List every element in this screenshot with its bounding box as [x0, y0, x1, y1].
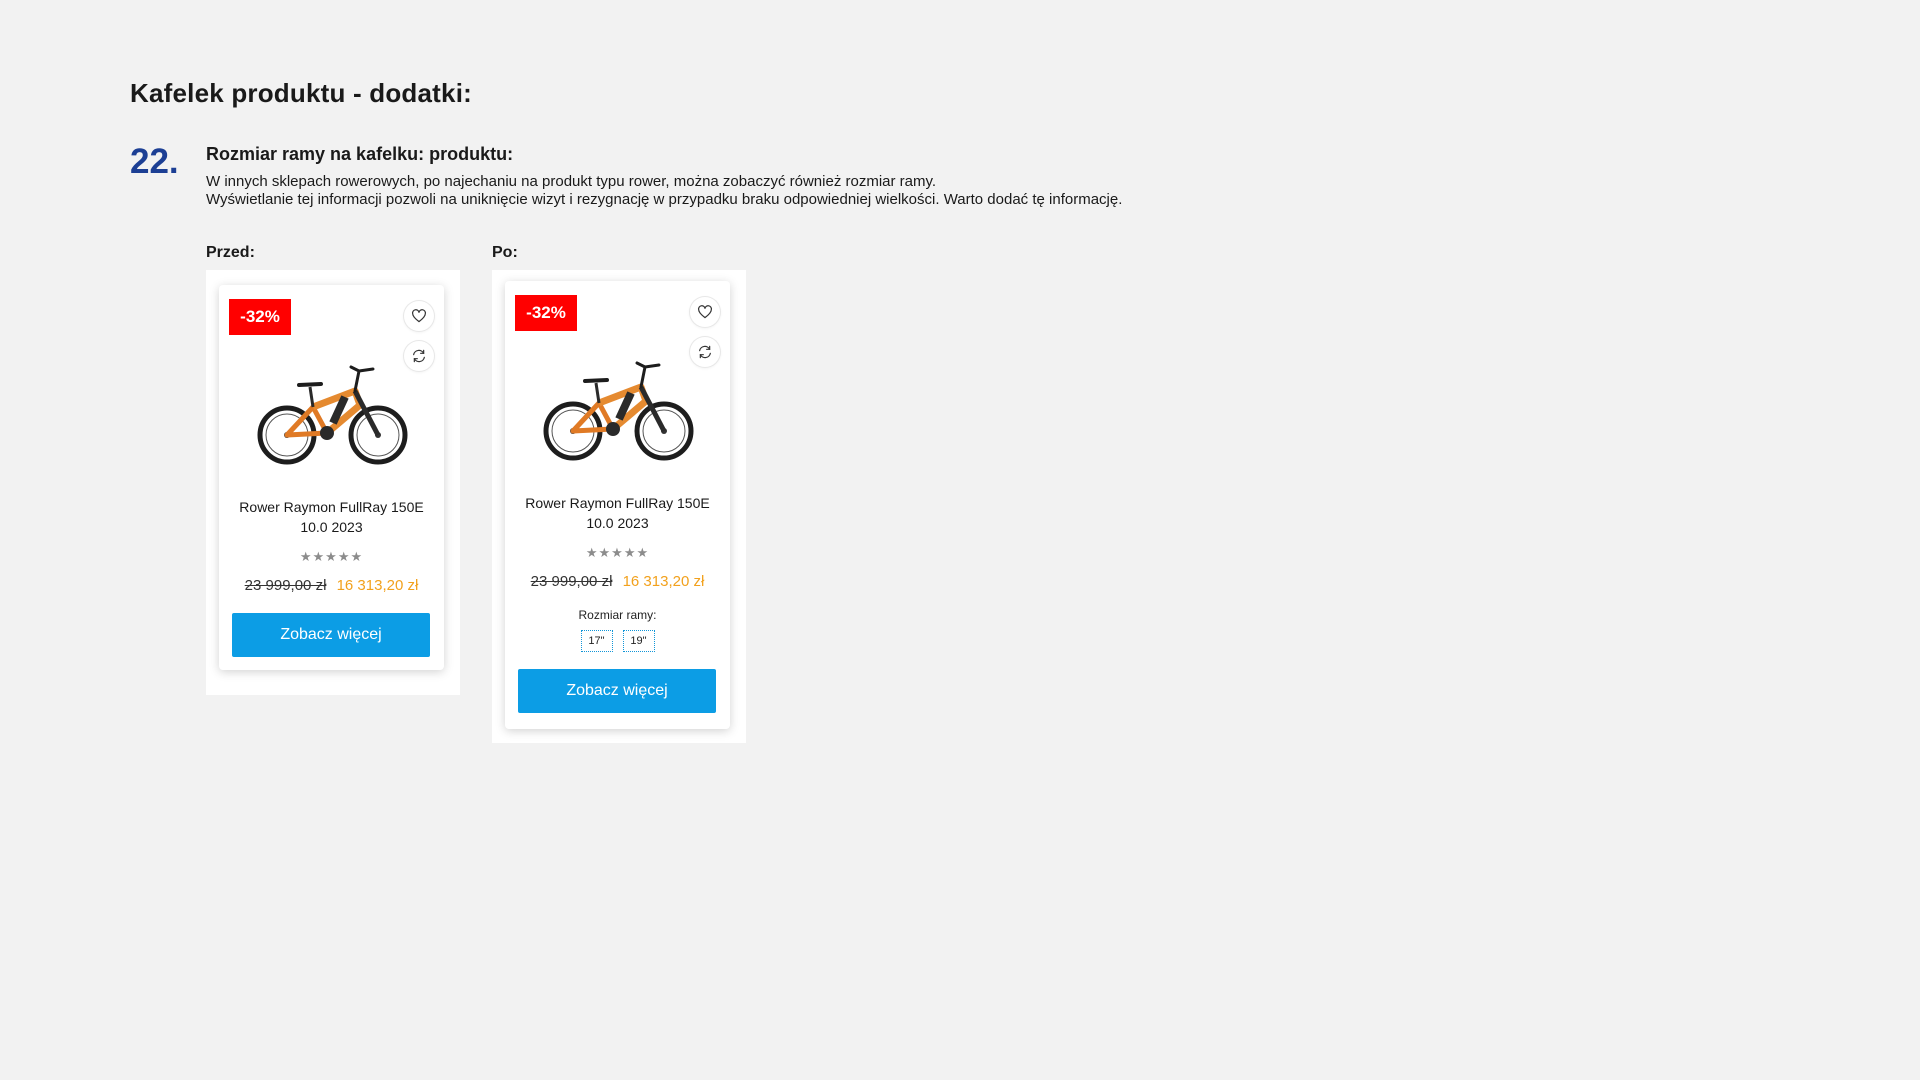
after-label: Po:: [492, 244, 518, 261]
heart-icon: [698, 305, 712, 319]
price-new: 16 313,20 zł: [622, 573, 705, 590]
price-row: 23 999,00 zł 16 313,20 zł: [505, 573, 730, 590]
description-line: W innych sklepach rowerowych, po najecha…: [206, 173, 937, 190]
frame-size-option[interactable]: 19": [622, 630, 655, 652]
discount-badge: -32%: [229, 299, 291, 335]
see-more-button[interactable]: Zobacz więcej: [232, 613, 430, 657]
product-name[interactable]: Rower Raymon FullRay 150E 10.0 2023: [227, 497, 436, 537]
price-row: 23 999,00 zł 16 313,20 zł: [219, 577, 444, 594]
section-description: W innych sklepach rowerowych, po najecha…: [206, 173, 1126, 209]
description-line: Wyświetlanie tej informacji pozwoli na u…: [206, 191, 1123, 208]
rating-stars: ★★★★★: [585, 545, 650, 560]
frame-size-label: Rozmiar ramy:: [578, 608, 657, 622]
refresh-icon: [699, 345, 711, 359]
wishlist-button[interactable]: [690, 297, 720, 327]
product-name[interactable]: Rower Raymon FullRay 150E 10.0 2023: [513, 493, 722, 533]
price-old: 23 999,00 zł: [244, 577, 327, 594]
see-more-button[interactable]: Zobacz więcej: [518, 669, 716, 713]
page-title: Kafelek produktu - dodatki:: [130, 78, 472, 108]
section-heading: Rozmiar ramy na kafelku: produktu:: [206, 144, 514, 164]
bike-image: [257, 365, 408, 465]
before-label: Przed:: [206, 244, 255, 261]
after-frame: -32% Rower Raymon FullRay 150E 10.0 2023…: [492, 270, 746, 743]
heart-icon: [412, 309, 426, 323]
product-card[interactable]: -32% Rower Raymon FullRay 150E 10.0 2023…: [505, 281, 730, 729]
product-card[interactable]: -32% Rower Raymon FullRay 150E 10.0 2023…: [219, 285, 444, 670]
wishlist-button[interactable]: [404, 301, 434, 331]
rating-stars: ★★★★★: [299, 549, 364, 564]
discount-badge: -32%: [515, 295, 577, 331]
refresh-icon: [413, 349, 425, 363]
frame-size-options: 17" 19": [505, 630, 730, 652]
bike-image: [543, 361, 694, 461]
price-new: 16 313,20 zł: [336, 577, 419, 594]
frame-size-option[interactable]: 17": [580, 630, 613, 652]
section-number: 22.: [130, 142, 179, 181]
before-frame: -32% Rower Raymon FullRay 150E 10.0 2023…: [206, 270, 460, 695]
price-old: 23 999,00 zł: [530, 573, 613, 590]
